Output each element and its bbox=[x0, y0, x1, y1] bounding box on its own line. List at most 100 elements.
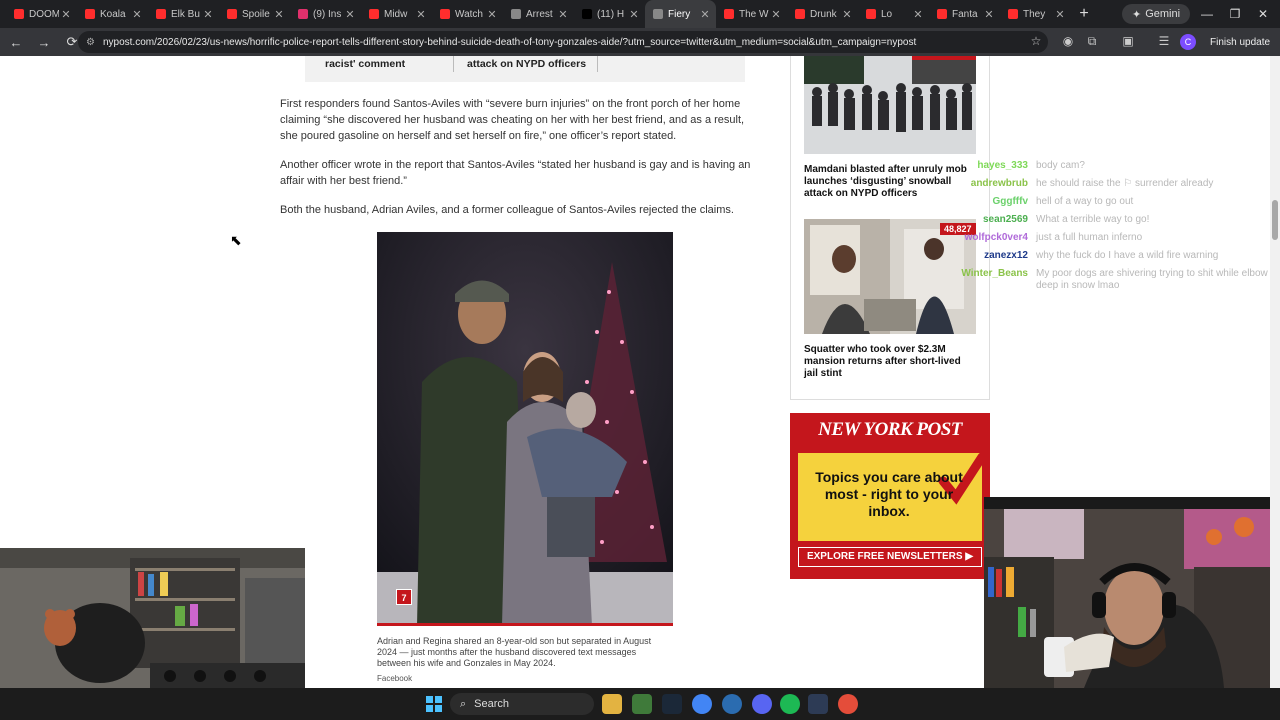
browser-tab[interactable]: (11) H ✕ bbox=[574, 0, 645, 28]
story1-thumbnail[interactable] bbox=[804, 56, 976, 154]
article-paragraph: First responders found Santos-Aviles wit… bbox=[280, 98, 745, 142]
related-link-middle[interactable]: attack on NYPD officers bbox=[467, 58, 586, 70]
forward-button[interactable]: → bbox=[32, 30, 56, 54]
tab-title: DOOM bbox=[29, 8, 59, 20]
steam-window-icon[interactable] bbox=[808, 694, 828, 714]
profile-avatar[interactable]: C bbox=[1180, 34, 1196, 50]
newsletter-ad[interactable]: NEW YORK POST Topics you care about most… bbox=[790, 413, 990, 579]
scrollbar-thumb[interactable] bbox=[1272, 200, 1278, 240]
close-window-button[interactable]: ✕ bbox=[1246, 0, 1280, 28]
close-tab-icon[interactable]: ✕ bbox=[769, 8, 783, 21]
gemini-label: Gemini bbox=[1145, 8, 1181, 20]
close-tab-icon[interactable]: ✕ bbox=[840, 8, 854, 21]
chat-username[interactable]: zanezx12 bbox=[946, 250, 1028, 262]
new-tab-button[interactable]: + bbox=[1071, 5, 1097, 23]
url-text: nypost.com/2026/02/23/us-news/horrific-p… bbox=[102, 36, 917, 48]
streamer-scene-illustration bbox=[984, 497, 1280, 688]
tab-favicon-icon bbox=[653, 9, 663, 19]
discord-icon[interactable] bbox=[752, 694, 772, 714]
address-bar[interactable]: ⚙ nypost.com/2026/02/23/us-news/horrific… bbox=[78, 31, 1048, 53]
browser-tab[interactable]: (9) Ins ✕ bbox=[290, 0, 361, 28]
sidepanel-icon[interactable]: ▣ bbox=[1120, 34, 1136, 50]
close-tab-icon[interactable]: ✕ bbox=[627, 8, 641, 21]
tab-favicon-icon bbox=[724, 9, 734, 19]
browser-tab[interactable]: Elk Bu ✕ bbox=[148, 0, 219, 28]
tab-favicon-icon bbox=[582, 9, 592, 19]
puzzle-icon[interactable]: ⧉ bbox=[1084, 34, 1100, 50]
steam-icon[interactable] bbox=[662, 694, 682, 714]
close-tab-icon[interactable]: ✕ bbox=[59, 8, 73, 21]
chat-username[interactable]: andrewbrub bbox=[946, 178, 1028, 190]
close-tab-icon[interactable]: ✕ bbox=[272, 8, 286, 21]
close-tab-icon[interactable]: ✕ bbox=[201, 8, 215, 21]
app-icon[interactable] bbox=[722, 694, 742, 714]
browser-tab[interactable]: Spoile ✕ bbox=[219, 0, 290, 28]
browser-tab[interactable]: Fiery ✕ bbox=[645, 0, 716, 28]
extension-icon[interactable]: ◉ bbox=[1060, 34, 1076, 50]
close-tab-icon[interactable]: ✕ bbox=[911, 8, 925, 21]
browser-tab[interactable]: Lo ✕ bbox=[858, 0, 929, 28]
chat-username[interactable]: Gggfffv bbox=[946, 196, 1028, 208]
tab-favicon-icon bbox=[298, 9, 308, 19]
browser-tab[interactable]: They ✕ bbox=[1000, 0, 1071, 28]
chat-message: Gggfffv hell of a way to go out bbox=[946, 196, 1133, 208]
tab-title: Arrest bbox=[526, 8, 553, 20]
chat-username[interactable]: wolfpck0ver4 bbox=[946, 232, 1028, 244]
close-tab-icon[interactable]: ✕ bbox=[485, 8, 499, 21]
tab-favicon-icon bbox=[156, 9, 166, 19]
browser-tab[interactable]: The W ✕ bbox=[716, 0, 787, 28]
snowball-crowd-illustration bbox=[804, 56, 976, 154]
game-app-icon[interactable] bbox=[632, 694, 652, 714]
browser-tab[interactable]: Arrest ✕ bbox=[503, 0, 574, 28]
tab-title: The W bbox=[739, 8, 769, 20]
page-scrollbar[interactable] bbox=[1270, 56, 1280, 688]
browser-tab[interactable]: Fanta ✕ bbox=[929, 0, 1000, 28]
browser-tab[interactable]: DOOM ✕ bbox=[6, 0, 77, 28]
bookmark-star-icon[interactable]: ☆ bbox=[1028, 34, 1044, 50]
close-tab-icon[interactable]: ✕ bbox=[982, 8, 996, 21]
photo-caption: Adrian and Regina shared an 8-year-old s… bbox=[377, 636, 652, 668]
close-tab-icon[interactable]: ✕ bbox=[698, 8, 712, 21]
close-tab-icon[interactable]: ✕ bbox=[414, 8, 428, 21]
tab-favicon-icon bbox=[369, 9, 379, 19]
close-tab-icon[interactable]: ✕ bbox=[130, 8, 144, 21]
tab-favicon-icon bbox=[440, 9, 450, 19]
close-tab-icon[interactable]: ✕ bbox=[1053, 8, 1067, 21]
chrome-icon[interactable] bbox=[692, 694, 712, 714]
media-icon[interactable]: ☰ bbox=[1156, 34, 1172, 50]
chat-username[interactable]: sean2569 bbox=[946, 214, 1028, 226]
finish-update-button[interactable]: Finish update bbox=[1204, 33, 1276, 51]
browser-tab[interactable]: Koala ✕ bbox=[77, 0, 148, 28]
close-tab-icon[interactable]: ✕ bbox=[556, 8, 570, 21]
close-tab-icon[interactable]: ✕ bbox=[343, 8, 357, 21]
story2-title[interactable]: Squatter who took over $2.3M mansion ret… bbox=[804, 344, 976, 380]
chat-message: sean2569 What a terrible way to go! bbox=[946, 214, 1149, 226]
tab-strip: DOOM ✕ Koala ✕ Elk Bu ✕ Spoile ✕ (9) Ins ✕ Midw ✕ Wa… bbox=[0, 0, 1280, 28]
chat-message: hayes_333 body cam? bbox=[946, 160, 1085, 172]
gallery-count-badge[interactable]: 7 bbox=[396, 589, 412, 605]
chat-text: My poor dogs are shivering trying to shi… bbox=[1036, 268, 1268, 291]
file-explorer-icon[interactable] bbox=[602, 694, 622, 714]
browser-tab[interactable]: Watch ✕ bbox=[432, 0, 503, 28]
back-button[interactable]: ← bbox=[4, 30, 28, 54]
tab-title: (11) H bbox=[597, 8, 625, 20]
tab-favicon-icon bbox=[14, 9, 24, 19]
site-info-icon[interactable]: ⚙ bbox=[86, 37, 95, 48]
tab-favicon-icon bbox=[85, 9, 95, 19]
article-photo[interactable] bbox=[377, 232, 673, 626]
browser-tab[interactable]: Drunk ✕ bbox=[787, 0, 858, 28]
explore-newsletters-button[interactable]: EXPLORE FREE NEWSLETTERS ▶ bbox=[798, 547, 982, 567]
windows-start-icon[interactable] bbox=[424, 694, 444, 714]
taskbar-search[interactable]: ⌕ Search bbox=[450, 693, 594, 715]
related-link-left[interactable]: racist' comment bbox=[325, 58, 405, 70]
browser-tab[interactable]: Midw ✕ bbox=[361, 0, 432, 28]
spotify-icon[interactable] bbox=[780, 694, 800, 714]
chat-username[interactable]: hayes_333 bbox=[946, 160, 1028, 172]
tab-favicon-icon bbox=[511, 9, 521, 19]
chat-text: body cam? bbox=[1036, 160, 1085, 171]
sparkle-icon: ✦ bbox=[1132, 8, 1142, 21]
gemini-button[interactable]: ✦ Gemini bbox=[1122, 4, 1191, 24]
chrome-profile-icon[interactable] bbox=[838, 694, 858, 714]
divider bbox=[597, 56, 598, 72]
chat-username[interactable]: Winter_Beans bbox=[946, 268, 1028, 280]
